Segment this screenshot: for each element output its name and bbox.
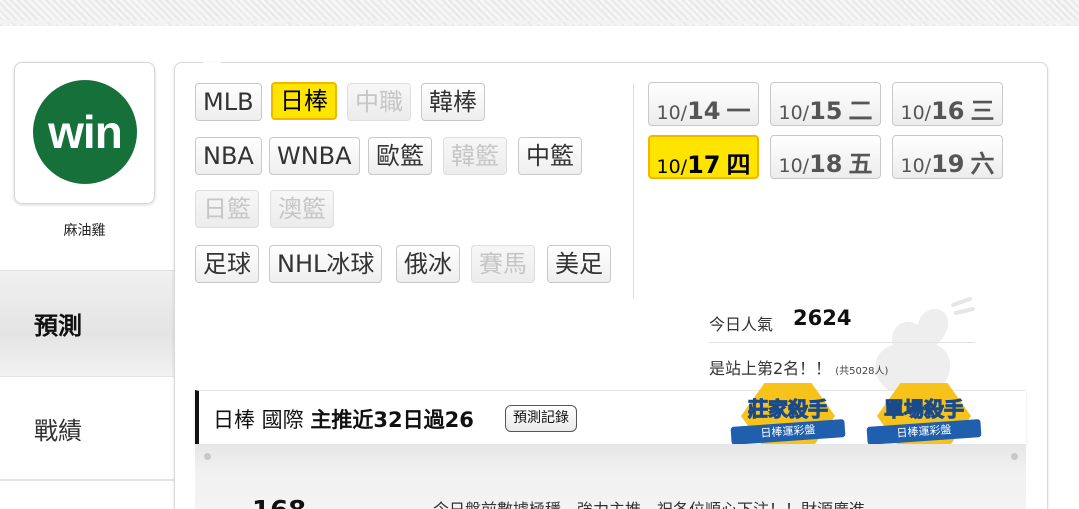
sport-button-b-league: 日籃 bbox=[195, 190, 259, 228]
date-button-1015[interactable]: 10/15 二 bbox=[770, 82, 881, 126]
nav-item-label: 預測 bbox=[34, 312, 82, 340]
date-month: 10/ bbox=[656, 102, 688, 124]
sport-button-nbl: 澳籃 bbox=[270, 190, 334, 228]
sport-button-wnba[interactable]: WNBA bbox=[269, 137, 360, 175]
badge-bookmaker-killer: 莊家殺手 日棒運彩盤 bbox=[727, 383, 849, 453]
sport-button-euro-basketball[interactable]: 歐籃 bbox=[368, 137, 432, 175]
date-month: 10/ bbox=[778, 155, 810, 177]
user-avatar-card[interactable]: win bbox=[14, 62, 155, 204]
mascot-watermark-icon bbox=[875, 297, 975, 390]
prediction-section-header: 日棒 國際 主推近32日過26 預測記錄 莊家殺手 日棒運彩盤 單場殺手 日棒運… bbox=[195, 383, 1026, 449]
date-day: 16 bbox=[931, 97, 965, 125]
date-weekday: 一 bbox=[726, 97, 751, 125]
date-day: 14 bbox=[687, 97, 721, 125]
nav-item-predict[interactable]: 預測 bbox=[0, 270, 174, 376]
prediction-number: 168 bbox=[252, 496, 306, 509]
sport-button-khl[interactable]: 俄冰 bbox=[396, 245, 460, 283]
sport-button-npb[interactable]: 日棒 bbox=[271, 82, 337, 120]
pin-icon bbox=[1011, 453, 1018, 460]
popularity-total: (共5028人) bbox=[835, 366, 889, 377]
pin-icon bbox=[204, 453, 211, 460]
date-weekday: 五 bbox=[848, 150, 873, 178]
date-day: 18 bbox=[809, 150, 843, 178]
date-button-1018[interactable]: 10/18 五 bbox=[770, 135, 881, 179]
date-day: 19 bbox=[931, 150, 965, 178]
panel-divider bbox=[633, 84, 634, 298]
prediction-history-button[interactable]: 預測記錄 bbox=[505, 405, 577, 432]
nav-item-label: 戰績 bbox=[34, 416, 82, 445]
badge-title: 單場殺手 bbox=[884, 397, 965, 422]
nav-item-record[interactable]: 戰績 bbox=[0, 376, 174, 480]
sport-button-soccer[interactable]: 足球 bbox=[195, 245, 259, 283]
avatar-logo-text: win bbox=[48, 106, 123, 158]
sport-button-nfl[interactable]: 美足 bbox=[547, 245, 611, 283]
username[interactable]: 麻油雞 bbox=[14, 220, 155, 240]
sport-button-nba[interactable]: NBA bbox=[195, 137, 262, 175]
popularity-rank: 是站上第2名！！ (共5028人) bbox=[709, 355, 888, 379]
popularity-label: 今日人氣 bbox=[709, 315, 774, 334]
date-day: 15 bbox=[809, 97, 843, 125]
date-weekday: 二 bbox=[848, 97, 873, 125]
badge-single-game-killer: 單場殺手 日棒運彩盤 bbox=[863, 383, 985, 453]
date-button-1019[interactable]: 10/19 六 bbox=[892, 135, 1003, 179]
section-record: 主推近32日過26 bbox=[310, 408, 474, 432]
section-title: 日棒 國際 主推近32日過26 bbox=[213, 404, 474, 434]
avatar: win bbox=[33, 80, 137, 184]
date-weekday: 六 bbox=[970, 150, 995, 178]
popularity-rank-text: 是站上第2名！！ bbox=[709, 359, 832, 378]
date-month: 10/ bbox=[656, 156, 688, 178]
sport-button-cba[interactable]: 中籃 bbox=[518, 137, 582, 175]
sport-button-cpbl: 中職 bbox=[347, 83, 411, 121]
prediction-content: 168 今日盤前數據極穩，強力主推，祝各位順心下注！！財源廣進 bbox=[195, 444, 1026, 509]
date-weekday: 四 bbox=[726, 151, 751, 179]
top-decorative-border bbox=[0, 0, 1079, 32]
sport-button-kbl: 韓籃 bbox=[443, 137, 507, 175]
date-day: 17 bbox=[687, 151, 721, 179]
section-league: 日棒 國際 bbox=[213, 408, 304, 432]
date-button-1014[interactable]: 10/14 一 bbox=[648, 82, 759, 126]
badge-title: 莊家殺手 bbox=[748, 397, 829, 422]
popularity-value: 2624 bbox=[793, 306, 852, 330]
date-month: 10/ bbox=[900, 102, 932, 124]
date-weekday: 三 bbox=[970, 97, 995, 125]
date-month: 10/ bbox=[900, 155, 932, 177]
sport-button-nhl[interactable]: NHL冰球 bbox=[269, 245, 383, 283]
sport-button-mlb[interactable]: MLB bbox=[195, 83, 262, 121]
date-month: 10/ bbox=[778, 102, 810, 124]
nav-item-more[interactable] bbox=[0, 480, 174, 509]
popularity-divider bbox=[709, 342, 975, 343]
sport-button-kbo[interactable]: 韓棒 bbox=[421, 83, 485, 121]
sport-button-horse-racing: 賽馬 bbox=[471, 245, 535, 283]
prediction-text: 今日盤前數據極穩，強力主推，祝各位順心下注！！財源廣進 bbox=[433, 496, 865, 509]
date-button-1016[interactable]: 10/16 三 bbox=[892, 82, 1003, 126]
date-button-1017[interactable]: 10/17 四 bbox=[648, 135, 759, 179]
